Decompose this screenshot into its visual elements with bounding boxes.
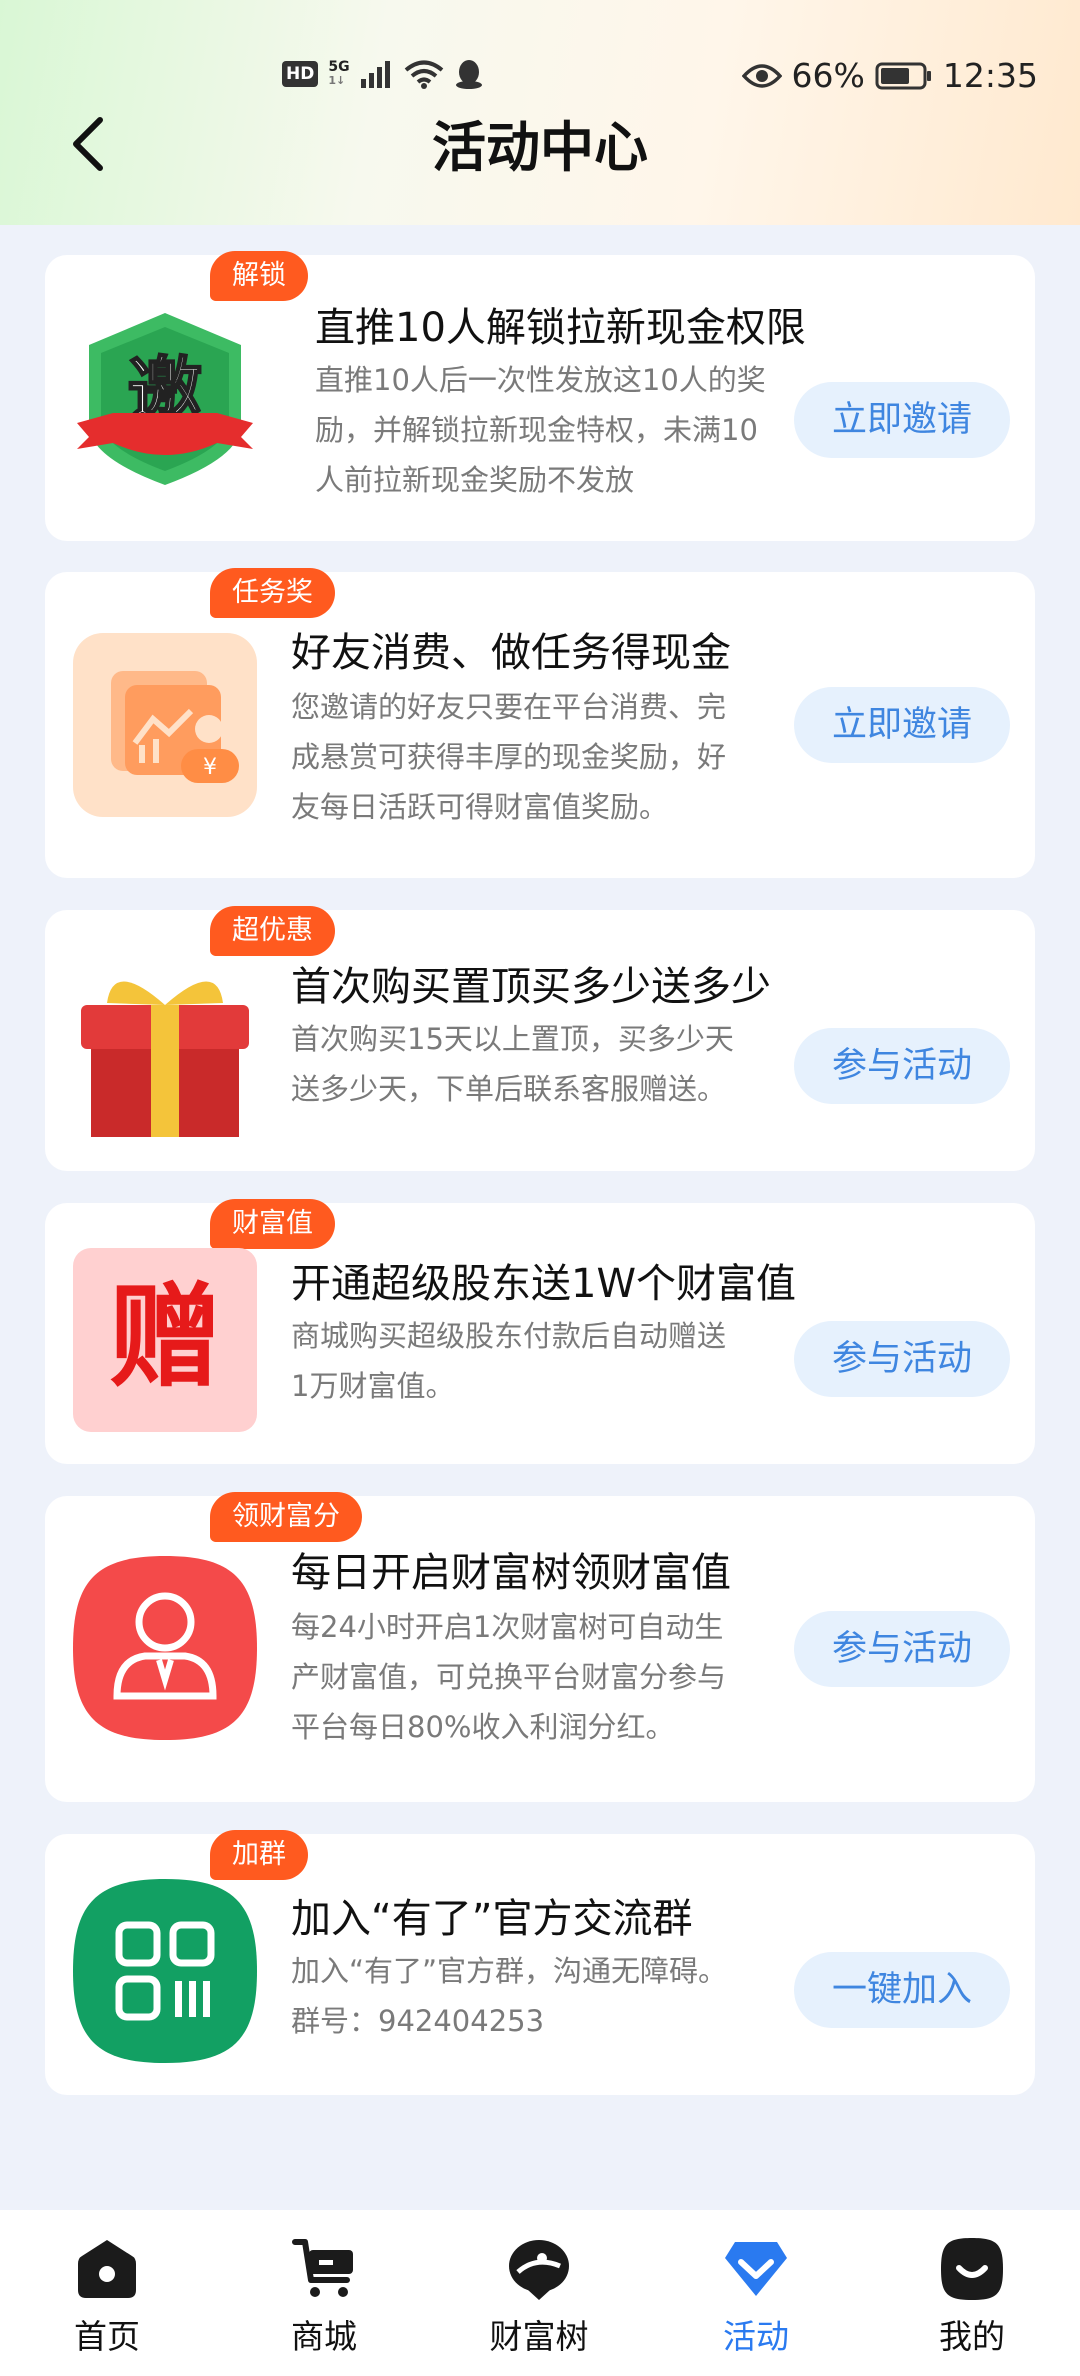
- card-title: 直推10人解锁拉新现金权限: [315, 305, 806, 351]
- card-desc: 直推10人后一次性发放这10人的奖励，并解锁拉新现金特权，未满10人前拉新现金奖…: [315, 363, 766, 497]
- card-tag: 解锁: [210, 251, 308, 301]
- battery-icon: [875, 62, 931, 89]
- battery-percent: 66%: [791, 56, 865, 95]
- wealth-tree-icon: [509, 2240, 569, 2300]
- page-title: 活动中心: [432, 116, 648, 179]
- card-title: 好友消费、做任务得现金: [291, 630, 731, 676]
- tab-label: 我的: [939, 2317, 1005, 2356]
- eye-icon: [741, 63, 782, 88]
- activity-icon: [725, 2242, 787, 2296]
- status-bar: HD 5G 1↓ 66% 12:35: [0, 52, 1080, 108]
- status-right: 66% 12:35: [741, 56, 1038, 95]
- card-title: 首次购买置顶买多少送多少: [291, 964, 771, 1010]
- activity-card: 任务奖 ¥ 好友消费、做任务得现金 您邀请的好友只要在平台消费、完成悬赏可获得丰…: [45, 568, 1035, 878]
- network-type: 5G 1↓: [328, 59, 350, 87]
- header: HD 5G 1↓ 66% 12:35 活动中心: [0, 0, 1080, 225]
- status-left: HD 5G 1↓: [282, 58, 484, 90]
- card-tag: 任务奖: [210, 568, 335, 618]
- svg-text:¥: ¥: [203, 755, 217, 780]
- tab-activity[interactable]: 活动: [676, 2210, 836, 2376]
- card-desc: 首次购买15天以上置顶，买多少天送多少天，下单后联系客服赠送。: [291, 1022, 734, 1106]
- card-desc: 加入“有了”官方群，沟通无障碍。群号：942404253: [291, 1954, 728, 2038]
- activity-card: 解锁 邀 直推10人解锁拉新现金权限 直推10人后一次性发放这10人的奖励，并解…: [45, 251, 1035, 541]
- card-tag: 加群: [210, 1830, 308, 1880]
- card-title: 加入“有了”官方交流群: [291, 1896, 693, 1942]
- home-icon: [78, 2240, 136, 2298]
- card-title: 开通超级股东送1W个财富值: [291, 1261, 796, 1307]
- cart-icon: [292, 2239, 353, 2297]
- activity-card: 财富值 赠 开通超级股东送1W个财富值 商城购买超级股东付款后自动赠送1万财富值…: [45, 1199, 1035, 1464]
- card-desc: 您邀请的好友只要在平台消费、完成悬赏可获得丰厚的现金奖励，好友每日活跃可得财富值…: [291, 690, 727, 824]
- invite-badge-icon: 邀: [73, 307, 257, 491]
- finance-chart-icon: ¥: [73, 633, 257, 817]
- card-tag: 领财富分: [210, 1492, 362, 1542]
- activity-card: 超优惠 首次购买置顶买多少送多少 首次购买15天以上置顶，买多少天送多少天，下单…: [45, 906, 1035, 1171]
- user-tie-icon: [73, 1556, 257, 1740]
- card-tag: 超优惠: [210, 906, 335, 956]
- gift-box-icon: [73, 965, 257, 1149]
- invite-button[interactable]: 立即邀请: [794, 687, 1010, 763]
- activity-card: 加群 加入“有了”官方交流群 加入“有了”官方群，沟通无障碍。群号：942404…: [45, 1830, 1035, 2095]
- join-activity-button[interactable]: 参与活动: [794, 1321, 1010, 1397]
- card-tag: 财富值: [210, 1199, 335, 1249]
- bottom-tabbar: 首页 商城 财富树 活动 我的: [0, 2210, 1080, 2376]
- join-group-button[interactable]: 一键加入: [794, 1952, 1010, 2028]
- join-activity-button[interactable]: 参与活动: [794, 1611, 1010, 1687]
- card-desc: 商城购买超级股东付款后自动赠送1万财富值。: [291, 1319, 727, 1403]
- card-title: 每日开启财富树领财富值: [291, 1550, 731, 1596]
- signal-icon: [360, 61, 390, 88]
- tab-label: 活动: [723, 2317, 789, 2356]
- wifi-icon: [404, 60, 443, 89]
- svg-text:赠: 赠: [109, 1273, 221, 1403]
- gift-text-icon: 赠: [73, 1248, 257, 1432]
- activity-card: 领财富分 每日开启财富树领财富值 每24小时开启1次财富树可自动生产财富值，可兑…: [45, 1492, 1035, 1802]
- hd-badge: HD: [282, 61, 319, 87]
- qr-code-icon: [73, 1879, 257, 2063]
- join-activity-button[interactable]: 参与活动: [794, 1028, 1010, 1104]
- clock: 12:35: [942, 56, 1038, 95]
- tab-home[interactable]: 首页: [27, 2210, 187, 2376]
- tab-profile[interactable]: 我的: [892, 2210, 1052, 2376]
- qq-icon: [455, 60, 482, 89]
- profile-icon: [941, 2238, 1003, 2300]
- tab-mall[interactable]: 商城: [244, 2210, 404, 2376]
- card-desc: 每24小时开启1次财富树可自动生产财富值，可兑换平台财富分参与平台每日80%收入…: [291, 1610, 727, 1744]
- tab-wealth-tree[interactable]: 财富树: [459, 2210, 619, 2376]
- tab-label: 商城: [291, 2317, 357, 2356]
- tab-label: 财富树: [489, 2317, 589, 2356]
- tab-label: 首页: [74, 2317, 140, 2356]
- invite-button[interactable]: 立即邀请: [794, 382, 1010, 458]
